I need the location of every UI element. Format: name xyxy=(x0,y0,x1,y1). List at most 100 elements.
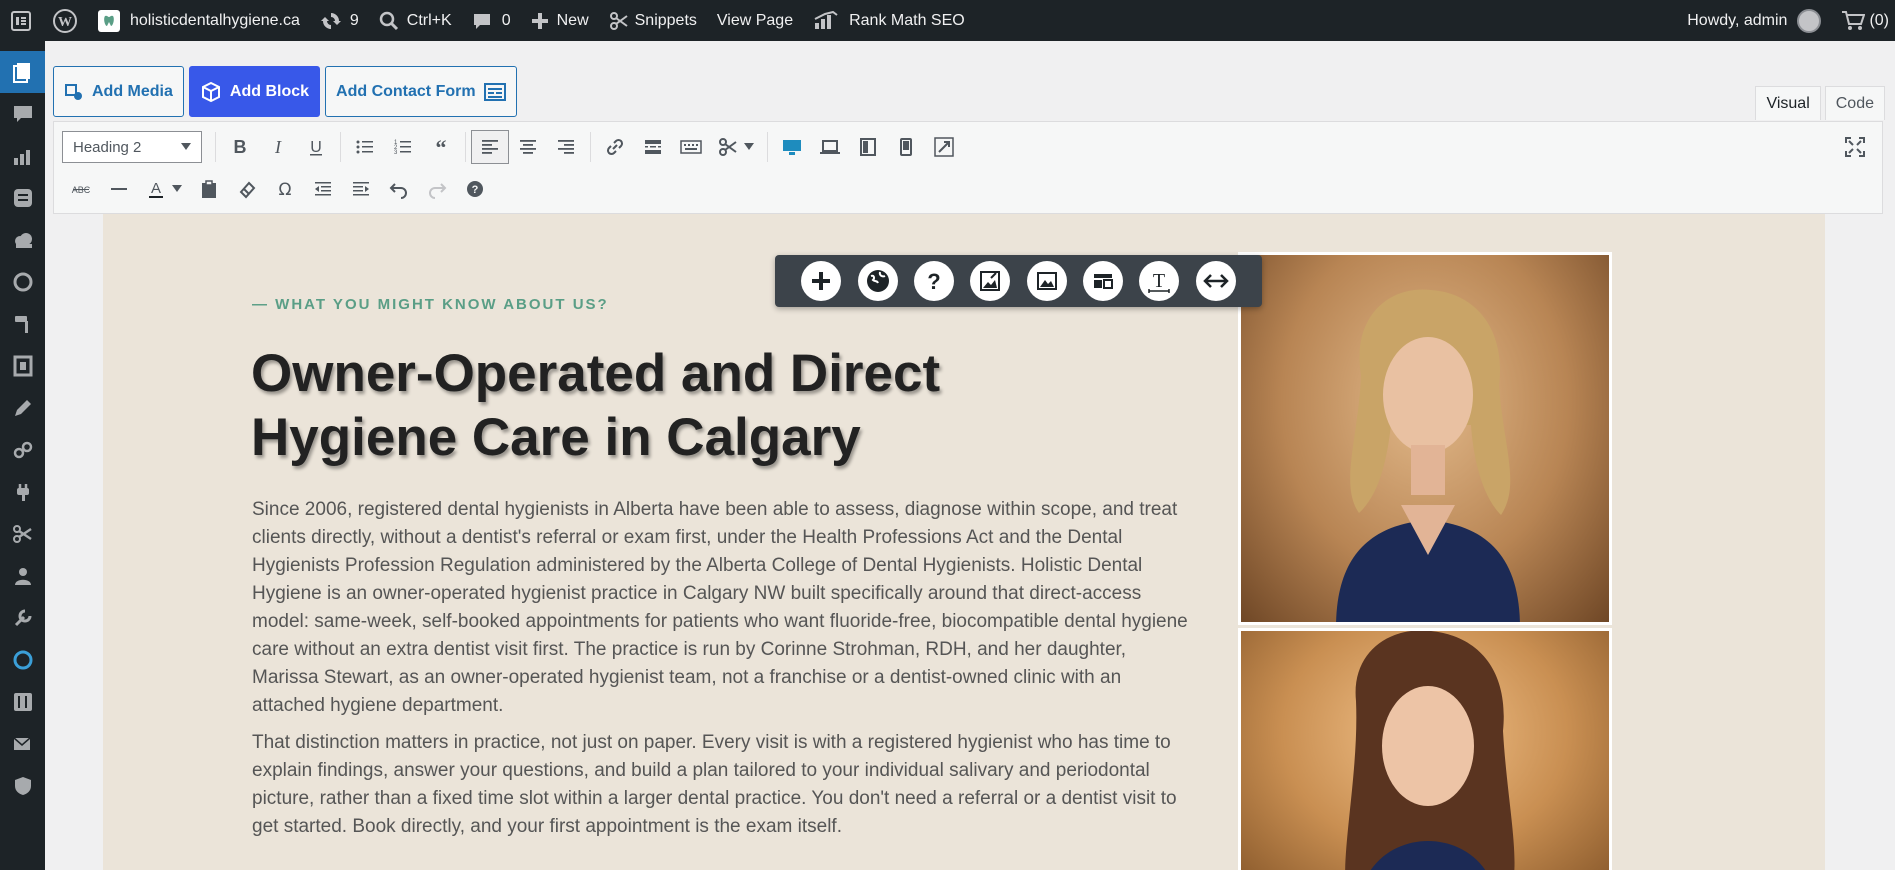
strikethrough-button[interactable]: ABC xyxy=(62,172,100,206)
help-block-button[interactable]: ? xyxy=(913,261,954,301)
search-link[interactable]: Ctrl+K xyxy=(369,0,462,41)
menu-item-plugins[interactable] xyxy=(0,471,45,513)
menu-item-links[interactable] xyxy=(0,429,45,471)
read-more-button[interactable] xyxy=(634,130,672,164)
menu-item-snippets[interactable] xyxy=(0,513,45,555)
plus-icon xyxy=(531,12,548,29)
tab-code[interactable]: Code xyxy=(1824,86,1885,120)
menu-item-sync[interactable] xyxy=(0,639,45,681)
text-width-button[interactable]: T xyxy=(1139,261,1180,301)
svg-text:I: I xyxy=(274,137,282,157)
comments-link[interactable]: 0 xyxy=(462,0,521,41)
add-block-button[interactable]: Add Block xyxy=(188,66,321,117)
menu-item-mail[interactable] xyxy=(0,723,45,765)
rank-math-link[interactable]: Rank Math SEO xyxy=(803,0,975,41)
align-left-icon xyxy=(482,140,498,154)
special-character-button[interactable]: Ω xyxy=(266,172,304,206)
layout-button[interactable] xyxy=(1083,261,1124,301)
desktop-preview-button[interactable] xyxy=(773,130,811,164)
menu-item-appearance[interactable] xyxy=(0,303,45,345)
menu-item-edit[interactable] xyxy=(0,387,45,429)
menu-item-tools[interactable] xyxy=(0,597,45,639)
numbered-list-button[interactable]: 123 xyxy=(384,130,422,164)
menu-item-appearance-ring[interactable] xyxy=(0,261,45,303)
link-icon xyxy=(606,138,624,156)
format-select[interactable]: Heading 2 xyxy=(62,131,202,163)
eraser-icon xyxy=(239,181,256,199)
menu-item-elementor[interactable] xyxy=(0,177,45,219)
site-name-link[interactable]: holisticdentalhygiene.ca xyxy=(88,0,310,41)
laptop-preview-button[interactable] xyxy=(811,130,849,164)
elementor-icon[interactable] xyxy=(0,0,42,41)
text-width-icon: T xyxy=(1148,270,1171,293)
classic-editor: Add Media Add Block Add Contact Form Vis… xyxy=(45,41,1895,870)
keyboard-icon xyxy=(680,140,702,154)
add-element-button[interactable] xyxy=(801,261,842,301)
menu-item-rank-math[interactable] xyxy=(0,135,45,177)
toolbar-toggle-button[interactable] xyxy=(672,130,710,164)
mobile-preview-button[interactable] xyxy=(887,130,925,164)
menu-item-pages[interactable] xyxy=(0,51,45,93)
fullwidth-preview-button[interactable] xyxy=(925,130,963,164)
tab-visual[interactable]: Visual xyxy=(1755,86,1821,120)
snippets-dropdown-button[interactable] xyxy=(710,130,762,164)
menu-item-collapsed[interactable] xyxy=(0,41,45,51)
view-page-link[interactable]: View Page xyxy=(707,0,803,41)
add-contact-form-button[interactable]: Add Contact Form xyxy=(325,66,517,117)
image-button[interactable] xyxy=(1026,261,1067,301)
sync-icon xyxy=(13,650,32,670)
editor-content-area[interactable]: — WHAT YOU MIGHT KNOW ABOUT US? Owner-Op… xyxy=(53,214,1883,870)
indent-button[interactable] xyxy=(342,172,380,206)
wordpress-logo-icon[interactable]: W xyxy=(42,0,88,41)
paste-text-button[interactable] xyxy=(190,172,228,206)
paragraph-2[interactable]: That distinction matters in practice, no… xyxy=(252,729,1192,841)
insert-link-button[interactable] xyxy=(596,130,634,164)
underline-icon: U xyxy=(310,139,322,156)
redo-button[interactable] xyxy=(418,172,456,206)
underline-button[interactable]: U xyxy=(297,130,335,164)
toolbar-row-1: Heading 2 B I U 123 “ xyxy=(62,127,963,167)
paragraph-1[interactable]: Since 2006, registered dental hygienists… xyxy=(252,496,1192,720)
new-content-link[interactable]: New xyxy=(521,0,599,41)
team-photo-1[interactable] xyxy=(1238,252,1612,625)
add-contact-form-label: Add Contact Form xyxy=(336,82,476,100)
template-icon xyxy=(13,355,32,377)
bullet-list-button[interactable] xyxy=(346,130,384,164)
globe-icon xyxy=(866,270,889,292)
content-canvas: — WHAT YOU MIGHT KNOW ABOUT US? Owner-Op… xyxy=(103,214,1825,870)
clear-formatting-button[interactable] xyxy=(228,172,266,206)
cart-link[interactable]: (0) xyxy=(1831,0,1895,41)
outdent-button[interactable] xyxy=(304,172,342,206)
my-account-link[interactable]: Howdy, admin xyxy=(1677,0,1831,41)
align-center-button[interactable] xyxy=(509,130,547,164)
menu-item-settings[interactable] xyxy=(0,681,45,723)
section-heading[interactable]: Owner-Operated and Direct Hygiene Care i… xyxy=(251,342,1051,470)
tablet-preview-button[interactable] xyxy=(849,130,887,164)
align-right-button[interactable] xyxy=(547,130,585,164)
menu-item-security[interactable] xyxy=(0,765,45,807)
menu-item-cloud[interactable] xyxy=(0,219,45,261)
bold-button[interactable]: B xyxy=(221,130,259,164)
horizontal-line-button[interactable] xyxy=(100,172,138,206)
keyboard-shortcuts-button[interactable]: ? xyxy=(456,172,494,206)
align-left-button[interactable] xyxy=(471,130,509,164)
undo-button[interactable] xyxy=(380,172,418,206)
team-photo-2[interactable] xyxy=(1238,628,1612,870)
add-media-button[interactable]: Add Media xyxy=(53,66,184,117)
updates-link[interactable]: 9 xyxy=(310,0,369,41)
menu-item-users[interactable] xyxy=(0,555,45,597)
menu-item-templates[interactable] xyxy=(0,345,45,387)
text-color-button[interactable]: A xyxy=(138,172,190,206)
menu-item-comments[interactable] xyxy=(0,93,45,135)
full-width-button[interactable] xyxy=(1195,261,1236,301)
image-edit-button[interactable] xyxy=(970,261,1011,301)
distraction-free-button[interactable] xyxy=(1836,130,1874,164)
toolbar-row-2: ABC A Ω ? xyxy=(62,169,494,209)
horizontal-arrows-icon xyxy=(1203,274,1229,288)
globe-button[interactable] xyxy=(857,261,898,301)
snippets-link[interactable]: Snippets xyxy=(599,0,707,41)
italic-button[interactable]: I xyxy=(259,130,297,164)
blockquote-icon: “ xyxy=(436,137,447,157)
blockquote-button[interactable]: “ xyxy=(422,130,460,164)
user-icon xyxy=(14,568,31,585)
